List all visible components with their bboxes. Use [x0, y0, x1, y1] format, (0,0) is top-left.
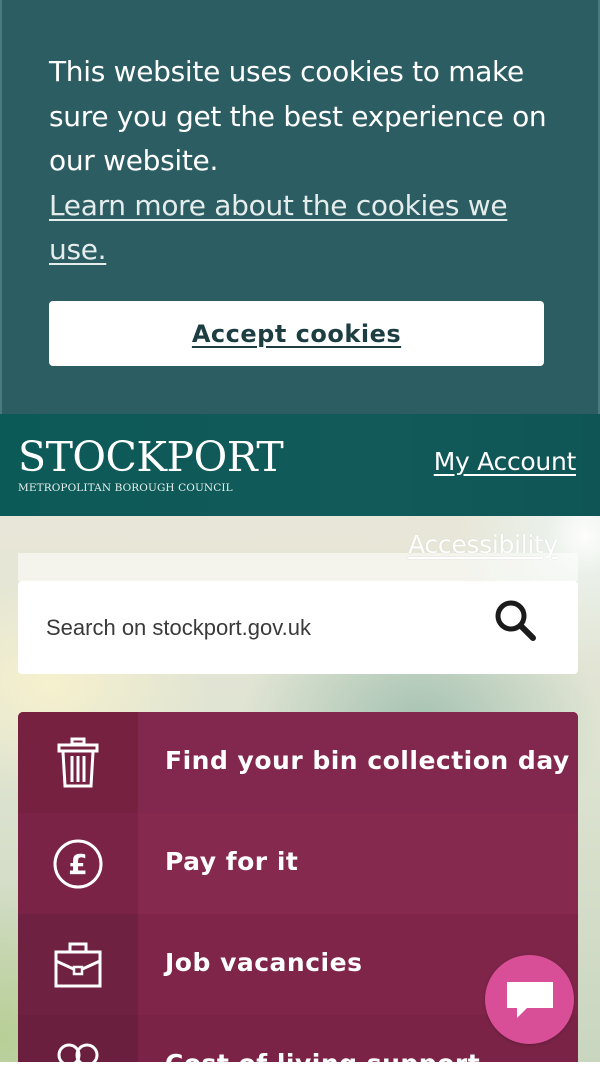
pound-icon: £ [53, 839, 103, 888]
briefcase-icon [54, 942, 102, 987]
quick-link-pay-for-it[interactable]: £ Pay for it [18, 813, 578, 914]
site-header: STOCKPORT METROPOLITAN BOROUGH COUNCIL M… [0, 414, 600, 516]
search-icon[interactable] [492, 597, 540, 645]
chat-icon [506, 981, 553, 1018]
cookie-banner: This website uses cookies to make sure y… [0, 0, 600, 414]
my-account-link[interactable]: My Account [434, 447, 577, 476]
logo-title: STOCKPORT [18, 433, 284, 481]
accessibility-link[interactable]: Accessibility [408, 530, 558, 559]
search-input[interactable] [46, 581, 476, 674]
search-box [18, 581, 578, 674]
quick-link-bin-collection[interactable]: Find your bin collection day [18, 712, 578, 813]
logo-subtitle: METROPOLITAN BOROUGH COUNCIL [18, 482, 233, 494]
quick-link-icon-cell [18, 914, 138, 1015]
chat-button[interactable] [485, 955, 574, 1044]
quick-link-icon-cell [18, 712, 138, 813]
quick-link-label: Pay for it [165, 847, 299, 876]
quick-link-label-cell: Pay for it [138, 813, 578, 914]
cookie-learn-more-link[interactable]: Learn more about the cookies we use. [49, 189, 508, 267]
quick-link-label-cell: Find your bin collection day [138, 712, 578, 813]
quick-link-label: Job vacancies [165, 948, 363, 977]
quick-link-icon-cell: £ [18, 813, 138, 914]
svg-text:£: £ [68, 848, 87, 881]
cookie-message-block: This website uses cookies to make sure y… [49, 50, 559, 273]
cookie-message: This website uses cookies to make sure y… [49, 55, 547, 177]
bin-icon [57, 737, 99, 787]
stockport-logo[interactable]: STOCKPORT METROPOLITAN BOROUGH COUNCIL [18, 433, 284, 494]
accept-cookies-button[interactable]: Accept cookies [49, 301, 544, 366]
quick-link-label: Find your bin collection day [165, 746, 570, 775]
quick-link-icon-cell [18, 1015, 138, 1065]
